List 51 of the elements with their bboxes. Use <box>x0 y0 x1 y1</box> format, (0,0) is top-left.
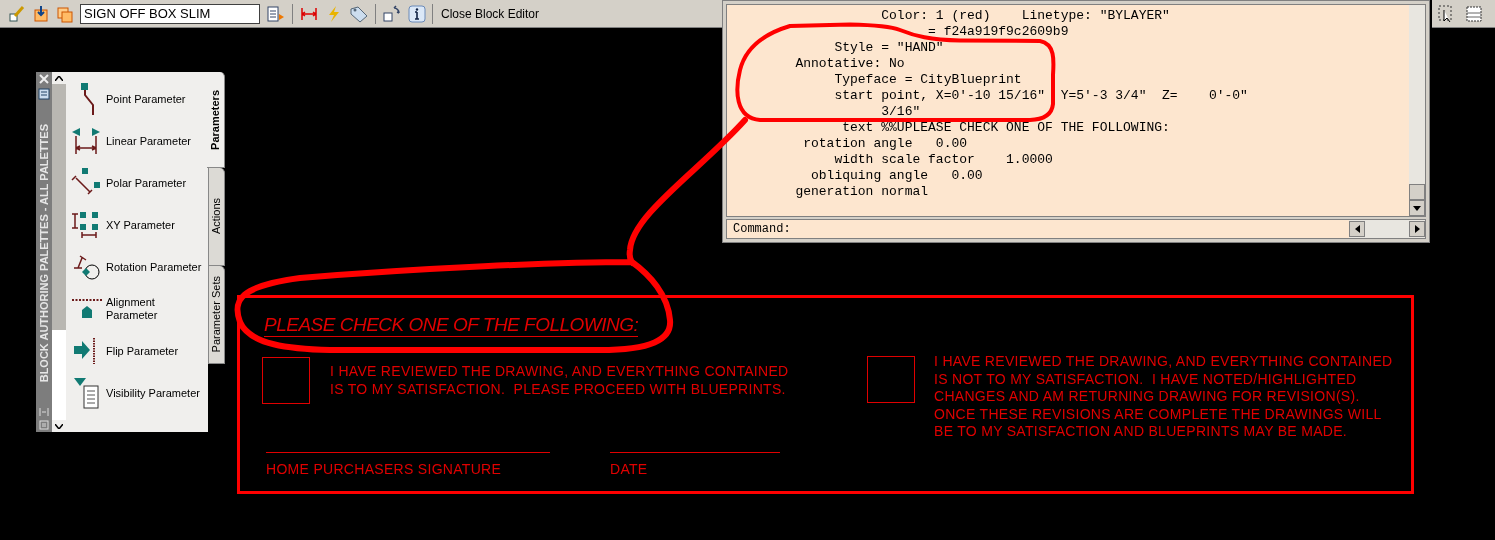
palette-tool-item[interactable]: Flip Parameter <box>106 344 206 358</box>
signature-label: HOME PURCHASERS SIGNATURE <box>266 461 502 477</box>
drawing-heading: PLEASE CHECK ONE OF THE FOLLOWING: <box>264 314 639 337</box>
block-arrow-icon[interactable] <box>32 4 50 23</box>
command-history-line: start point, X=0'-10 15/16" Y=5'-3 3/4" Z= 0'-0" <box>833 88 1248 104</box>
option-statement: I HAVE REVIEWED THE DRAWING, AND EVERYTHING CONTAINED IS TO MY SATISFACTION. PLEASE PROCEED WITH BLUEPRINTS. <box>330 363 789 398</box>
left-arrow-icon[interactable] <box>1354 225 1360 233</box>
horizontal-scrollbar[interactable] <box>1349 220 1425 238</box>
command-history-line: Typeface = CityBlueprint <box>833 72 1022 88</box>
command-history-line: text %%UPLEASE CHECK ONE OF THE FOLLOWING: <box>841 120 1170 136</box>
command-history-line: = f24a919f9c2609b9 <box>927 24 1069 40</box>
close-icon[interactable] <box>39 74 49 84</box>
info-icon[interactable] <box>408 4 426 23</box>
table-icon[interactable] <box>1464 4 1482 23</box>
right-arrow-icon[interactable] <box>1414 225 1420 233</box>
close-block-editor-button[interactable]: Close Block Editor <box>439 4 542 23</box>
palette-menu-icon[interactable] <box>38 88 50 100</box>
properties-icon[interactable] <box>39 420 49 430</box>
palette-tool-item[interactable]: Visibility Parameter <box>106 386 206 400</box>
command-history-line: Annotative: No <box>794 56 905 72</box>
option-statement: I HAVE REVIEWED THE DRAWING, AND EVERYTHING CONTAINED IS NOT TO MY SATISFACTION. I HAVE NOTED/HIGHLIGHTED CHANGES AND AM RETURNING DRAWING FOR REVISION(S). ONCE THESE REVISIONS ARE COMPLETE THE DRAWINGS WILL BE TO MY SATISFACTION AND BLUEPRINTS MAY BE MADE. <box>934 353 1393 441</box>
command-history-line: Style = "HAND" <box>833 40 944 56</box>
signature-label: DATE <box>610 461 648 477</box>
palette-tab[interactable]: Actions <box>208 168 225 266</box>
refresh-blocks-icon[interactable] <box>382 4 402 23</box>
down-arrow-icon[interactable] <box>1413 205 1421 211</box>
palette-scrollbar[interactable] <box>52 72 66 432</box>
block-stack-icon[interactable] <box>56 4 74 23</box>
palette-tool-item[interactable]: XY Parameter <box>106 218 206 232</box>
select-icon[interactable] <box>1438 4 1454 23</box>
block-list-icon[interactable] <box>266 4 286 23</box>
command-history-line: width scale factor 1.0000 <box>833 152 1053 168</box>
palette-tool-item[interactable]: Polar Parameter <box>106 176 206 190</box>
palette-tool-item[interactable]: Linear Parameter <box>106 134 206 148</box>
scrollbar[interactable] <box>1409 5 1425 216</box>
command-history-line: generation normal <box>794 184 929 200</box>
tag-icon[interactable] <box>349 4 369 23</box>
command-history-line: obliquing angle 0.00 <box>810 168 983 184</box>
palette-tool-item[interactable]: Alignment Parameter <box>106 296 206 322</box>
palette-title: BLOCK AUTHORING PALETTES - ALL PALETTES <box>36 124 51 383</box>
command-history-line: 3/16" <box>880 104 921 120</box>
palette-tool-item[interactable]: Rotation Parameter <box>106 260 206 274</box>
palette-tool-item[interactable]: Point Parameter <box>106 92 206 106</box>
command-history-line: Color: 1 (red) Linetype: "BYLAYER" <box>880 8 1170 24</box>
palette-tab[interactable]: Parameter Sets <box>208 266 225 364</box>
command-history-line: rotation angle 0.00 <box>802 136 968 152</box>
palette-tab[interactable]: Parameters <box>207 72 225 168</box>
scrollbar-thumb[interactable] <box>1409 184 1425 200</box>
block-name-field[interactable]: SIGN OFF BOX SLIM <box>80 3 260 24</box>
pencil-icon[interactable] <box>8 4 26 23</box>
point-parameter-icon <box>80 82 94 116</box>
